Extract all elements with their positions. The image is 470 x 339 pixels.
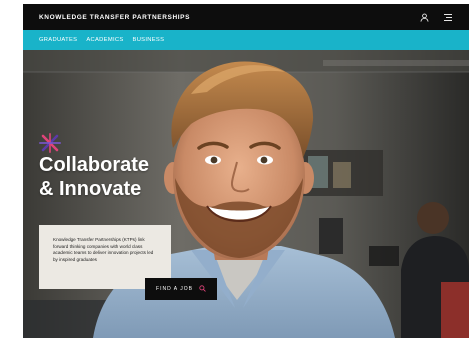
ktp-logo-icon [39,133,61,153]
headline-line-2: & Innovate [39,178,142,200]
nav-item-business[interactable]: BUSINESS [133,37,165,43]
search-icon [199,284,206,294]
site-brand[interactable]: KNOWLEDGE TRANSFER PARTNERSHIPS [39,14,190,21]
hero-banner: Collaborate & Innovate Knowledge Transfe… [23,50,469,338]
user-icon[interactable] [420,13,429,22]
headline-line-1: Collaborate [39,154,150,176]
find-a-job-label: FIND A JOB [156,286,193,292]
nav-item-academics[interactable]: ACADEMICS [86,37,123,43]
nav-item-graduates[interactable]: GRADUATES [39,37,77,43]
hero-description: Knowledge Transfer Partnerships (KTPs) l… [53,237,154,262]
hero-headline: Collaborate & Innovate [39,153,149,201]
header-icons [420,4,453,30]
browser-viewport: KNOWLEDGE TRANSFER PARTNERSHIPS GRADUATE… [23,4,469,338]
main-nav: GRADUATES ACADEMICS BUSINESS [23,30,469,50]
site-header: KNOWLEDGE TRANSFER PARTNERSHIPS [23,4,469,30]
find-a-job-button[interactable]: FIND A JOB [145,278,217,300]
menu-icon[interactable] [443,13,453,22]
